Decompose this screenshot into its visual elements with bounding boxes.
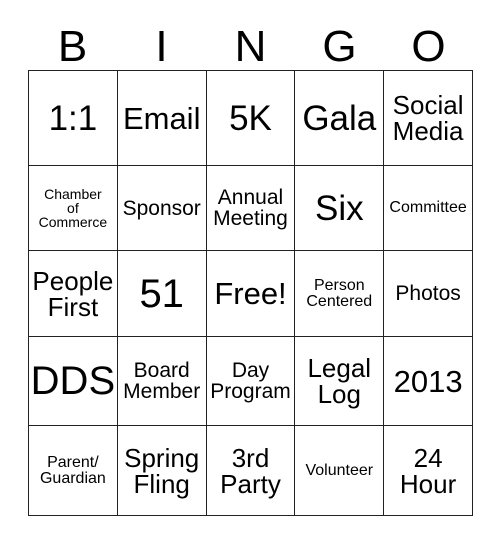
bingo-cell-label: Social Media	[392, 90, 464, 146]
bingo-cell-g4[interactable]: Legal Log	[295, 337, 385, 426]
bingo-header-letter-g: G	[322, 22, 357, 71]
bingo-cell-o5[interactable]: 24 Hour	[384, 426, 473, 516]
bingo-cell-label: Photos	[395, 282, 461, 305]
bingo-header-letter-n: N	[234, 22, 267, 71]
bingo-cell-o1[interactable]: Social Media	[384, 71, 473, 166]
bingo-cell-o4[interactable]: 2013	[384, 337, 473, 426]
bingo-cell-n1[interactable]: 5K	[206, 71, 296, 166]
bingo-header-letter-o: O	[411, 22, 446, 71]
bingo-cell-label: 51	[139, 271, 184, 316]
bingo-cell-label: Committee	[389, 199, 467, 216]
bingo-cell-label: Volunteer	[305, 461, 374, 479]
bingo-cell-n4[interactable]: Day Program	[206, 337, 296, 426]
bingo-cell-label: Chamber of Commerce	[38, 186, 108, 230]
bingo-cell-i3[interactable]: 51	[117, 251, 207, 337]
bingo-cell-label: Parent/ Guardian	[39, 453, 106, 487]
bingo-cell-free-space[interactable]: Free!	[206, 251, 296, 337]
bingo-cell-label: 3rd Party	[220, 442, 281, 499]
bingo-cell-label: 5K	[229, 98, 272, 138]
bingo-cell-b3[interactable]: People First	[29, 251, 118, 337]
bingo-cell-i1[interactable]: Email	[117, 71, 207, 166]
bingo-cell-label: 24 Hour	[399, 442, 457, 499]
bingo-cell-label: Day Program	[210, 359, 291, 403]
bingo-cell-label: Spring Fling	[124, 442, 200, 499]
bingo-cell-g5[interactable]: Volunteer	[295, 426, 385, 516]
bingo-cell-label: Annual Meeting	[213, 186, 288, 230]
bingo-cell-label: Free!	[214, 276, 287, 311]
bingo-grid: 1:1 Email 5K Gala Social Media Chamber o…	[28, 70, 473, 516]
bingo-cell-label: Person Centered	[306, 276, 373, 310]
bingo-cell-label: Sponsor	[122, 196, 201, 220]
bingo-cell-n5[interactable]: 3rd Party	[206, 426, 296, 516]
bingo-header-letter-b: B	[57, 22, 88, 71]
bingo-card: B I N G O 1:1 Email 5K Gala Social Media…	[0, 0, 500, 544]
bingo-cell-i5[interactable]: Spring Fling	[117, 426, 207, 516]
bingo-cell-label: 1:1	[48, 98, 98, 138]
bingo-cell-b2[interactable]: Chamber of Commerce	[29, 166, 118, 251]
bingo-cell-label: DDS	[30, 359, 116, 403]
bingo-cell-label: Legal Log	[307, 353, 372, 409]
bingo-cell-label: Email	[122, 100, 201, 136]
bingo-cell-i2[interactable]: Sponsor	[117, 166, 207, 251]
bingo-cell-label: Gala	[302, 98, 377, 138]
bingo-cell-g3[interactable]: Person Centered	[295, 251, 385, 337]
bingo-header-row: B I N G O	[28, 14, 473, 70]
bingo-cell-g1[interactable]: Gala	[295, 71, 385, 166]
bingo-cell-b1[interactable]: 1:1	[29, 71, 118, 166]
bingo-cell-label: 2013	[393, 363, 463, 399]
bingo-cell-o3[interactable]: Photos	[384, 251, 473, 337]
bingo-cell-label: Six	[314, 188, 364, 228]
bingo-cell-label: Board Member	[123, 359, 201, 403]
bingo-cell-g2[interactable]: Six	[295, 166, 385, 251]
bingo-cell-label: People First	[32, 265, 114, 322]
bingo-cell-i4[interactable]: Board Member	[117, 337, 207, 426]
bingo-cell-o2[interactable]: Committee	[384, 166, 473, 251]
bingo-cell-b4[interactable]: DDS	[29, 337, 118, 426]
bingo-cell-b5[interactable]: Parent/ Guardian	[29, 426, 118, 516]
bingo-header-letter-i: I	[155, 22, 168, 71]
bingo-cell-n2[interactable]: Annual Meeting	[206, 166, 296, 251]
